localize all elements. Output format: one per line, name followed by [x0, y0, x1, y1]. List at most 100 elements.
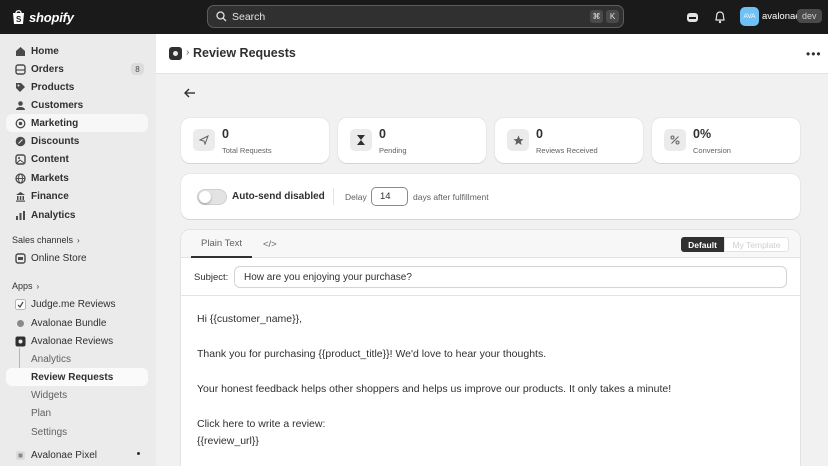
sidebar-item-customers[interactable]: Customers [6, 96, 148, 114]
page-title: Review Requests [193, 46, 296, 60]
sidebar-item-label: Discounts [31, 135, 80, 147]
sidebar-item-online-store[interactable]: Online Store [6, 249, 148, 267]
globe-icon [14, 172, 26, 184]
auto-send-label: Auto-send disabled [232, 191, 325, 202]
reviews-app-icon [14, 335, 26, 347]
sidebar-item-label: Avalonae Pixel [31, 449, 97, 461]
sidebar-item-label: Analytics [31, 209, 76, 221]
section-label: Apps [12, 281, 33, 291]
sidebar-subitem-analytics[interactable]: Analytics [6, 350, 148, 368]
sidebar-item-label: Markets [31, 172, 69, 184]
sidebar-item-judgeme[interactable]: Judge.me Reviews [6, 295, 148, 313]
template-default-button[interactable]: Default [681, 237, 724, 252]
stat-card-conversion: 0% Conversion [652, 118, 800, 163]
percent-icon [664, 129, 686, 151]
sidebar-item-finance[interactable]: Finance [6, 187, 148, 205]
chevron-right-icon: › [186, 47, 190, 58]
bundle-app-icon [14, 317, 26, 329]
more-options-icon[interactable]: ••• [806, 47, 822, 61]
person-icon [14, 99, 26, 111]
divider [333, 188, 334, 205]
subject-row: Subject: How are you enjoying your purch… [181, 258, 800, 296]
sidebar-item-home[interactable]: Home [6, 42, 148, 60]
sidebar-item-label: Marketing [31, 117, 79, 129]
back-arrow-icon[interactable] [183, 87, 197, 99]
target-icon [14, 117, 26, 129]
sidebar-subitem-plan[interactable]: Plan [6, 404, 148, 422]
sidebar-item-label: Avalonae Bundle [31, 317, 107, 329]
shopify-logo[interactable]: S shopify [12, 8, 74, 26]
sidebar-subitem-widgets[interactable]: Widgets [6, 386, 148, 404]
delay-days-input[interactable]: 14 [371, 187, 408, 206]
reviews-app-icon[interactable] [169, 47, 182, 60]
stat-value: 0 [222, 127, 229, 141]
delay-label: Delay [345, 192, 367, 202]
body-line: Your honest feedback helps other shopper… [197, 383, 672, 395]
stat-card-total-requests: 0 Total Requests [181, 118, 329, 163]
subject-label: Subject: [194, 272, 229, 283]
inbox-icon[interactable] [684, 9, 700, 25]
sidebar-item-markets[interactable]: Markets [6, 169, 148, 187]
hourglass-icon [350, 129, 372, 151]
editor-tabs: Plain Text </> Default My Template [181, 230, 800, 258]
sidebar-subitem-settings[interactable]: Settings [6, 423, 148, 441]
pixel-app-icon [14, 449, 26, 461]
shopify-bag-icon: S [12, 9, 25, 25]
sidebar-item-avalonae-reviews[interactable]: Avalonae Reviews [6, 332, 148, 350]
cmd-key: ⌘ [590, 10, 603, 23]
orders-icon [14, 63, 26, 75]
sidebar-item-orders[interactable]: Orders 8 [6, 60, 148, 78]
sidebar-item-label: Products [31, 81, 75, 93]
stat-label: Pending [379, 146, 407, 155]
bank-icon [14, 190, 26, 202]
sidebar-item-label: Judge.me Reviews [31, 298, 116, 310]
stat-value: 0 [379, 127, 386, 141]
body-line: Hi {{customer_name}}, [197, 313, 303, 325]
search-bar[interactable]: Search ⌘ K [207, 5, 624, 28]
sidebar-item-label: Orders [31, 63, 64, 75]
stat-label: Total Requests [222, 146, 272, 155]
template-mine-button[interactable]: My Template [724, 237, 789, 252]
home-icon [14, 45, 26, 57]
dev-badge: dev [797, 9, 822, 23]
sidebar-item-label: Content [31, 153, 69, 165]
top-bar: S shopify Search ⌘ K AVA avalonae dev [0, 0, 828, 34]
logo-text: shopify [29, 9, 74, 25]
main-content: › Review Requests ••• 0 Total Requests 0… [156, 34, 828, 466]
body-line: Thank you for purchasing {{product_title… [197, 348, 547, 360]
avatar[interactable]: AVA [740, 7, 759, 26]
sidebar-item-analytics[interactable]: Analytics [6, 206, 148, 224]
store-icon [14, 252, 26, 264]
tag-icon [14, 81, 26, 93]
sidebar-item-products[interactable]: Products [6, 78, 148, 96]
auto-send-settings: Auto-send disabled Delay 14 days after f… [181, 174, 800, 219]
body-line: {{review_url}} [197, 435, 259, 447]
subject-input[interactable]: How are you enjoying your purchase? [234, 266, 787, 288]
star-icon [507, 129, 529, 151]
store-name[interactable]: avalonae [762, 11, 801, 22]
content-icon [14, 153, 26, 165]
sidebar-item-label: Customers [31, 99, 84, 111]
sales-channels-header[interactable]: Sales channels › [12, 235, 80, 245]
sidebar-item-label: Finance [31, 190, 69, 202]
bell-icon[interactable] [712, 9, 728, 25]
sidebar-item-label: Avalonae Reviews [31, 335, 114, 347]
sidebar-subitem-review-requests[interactable]: Review Requests [6, 368, 148, 386]
sidebar-item-marketing[interactable]: Marketing [6, 114, 148, 132]
stat-label: Reviews Received [536, 146, 598, 155]
sidebar-item-content[interactable]: Content [6, 150, 148, 168]
chart-icon [14, 209, 26, 221]
stat-value: 0 [536, 127, 543, 141]
section-label: Sales channels [12, 235, 74, 245]
sidebar-item-avalonae-bundle[interactable]: Avalonae Bundle [6, 314, 148, 332]
discount-icon [14, 135, 26, 147]
sidebar-item-avalonae-pixel[interactable]: Avalonae Pixel [6, 446, 148, 464]
search-placeholder: Search [232, 10, 266, 23]
stat-value: 0% [693, 127, 712, 141]
tab-html-code[interactable]: </> [253, 230, 287, 258]
apps-header[interactable]: Apps › [12, 281, 39, 291]
sidebar-item-discounts[interactable]: Discounts [6, 132, 148, 150]
auto-send-toggle[interactable] [197, 189, 227, 205]
body-line: Click here to write a review: [197, 418, 326, 430]
tab-plain-text[interactable]: Plain Text [191, 230, 253, 258]
